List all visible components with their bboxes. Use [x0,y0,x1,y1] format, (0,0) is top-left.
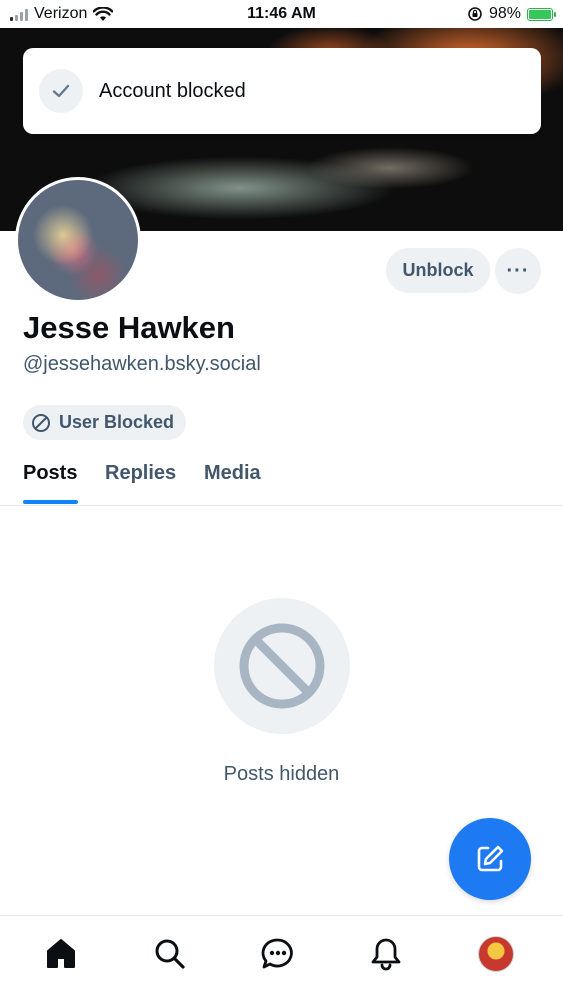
home-icon [47,939,75,968]
battery-icon [527,7,556,21]
nav-search[interactable] [150,934,190,974]
bottom-navigation [0,915,563,1001]
posts-hidden-icon-container [214,598,350,734]
status-right: 98% [467,5,556,23]
ban-icon [239,623,325,709]
compose-button[interactable] [449,818,531,900]
user-blocked-badge: User Blocked [23,405,187,440]
ban-icon [32,413,50,432]
toast-message: Account blocked [99,79,246,102]
nav-profile[interactable] [476,934,516,974]
bell-icon [371,938,401,971]
posts-hidden-text: Posts hidden [223,763,340,785]
status-bar: Verizon 11:46 AM 98% [0,0,563,28]
profile-avatar-icon [478,936,514,972]
battery-percent: 98% [488,5,521,22]
unblock-button[interactable]: Unblock [386,248,490,293]
more-options-button[interactable]: ··· [495,248,541,294]
nav-chat[interactable] [258,934,298,974]
ellipsis-icon: ··· [506,259,530,282]
nav-home[interactable] [41,934,81,974]
user-handle: @jessehawken.bsky.social [23,353,261,375]
search-icon [155,939,185,969]
profile-tabs: Posts Replies Media [0,455,563,506]
tab-posts[interactable]: Posts [23,462,77,485]
display-name: Jesse Hawken [23,310,235,345]
toast-notification[interactable]: Account blocked [23,48,541,134]
active-tab-indicator [23,500,78,504]
user-blocked-label: User Blocked [59,412,175,432]
tab-replies[interactable]: Replies [105,462,176,485]
profile-avatar[interactable] [15,177,141,303]
tab-media[interactable]: Media [204,462,261,485]
chat-icon [261,938,293,969]
check-icon [39,69,83,113]
nav-notifications[interactable] [366,934,406,974]
compose-icon [477,845,504,872]
orientation-lock-icon [468,7,482,21]
